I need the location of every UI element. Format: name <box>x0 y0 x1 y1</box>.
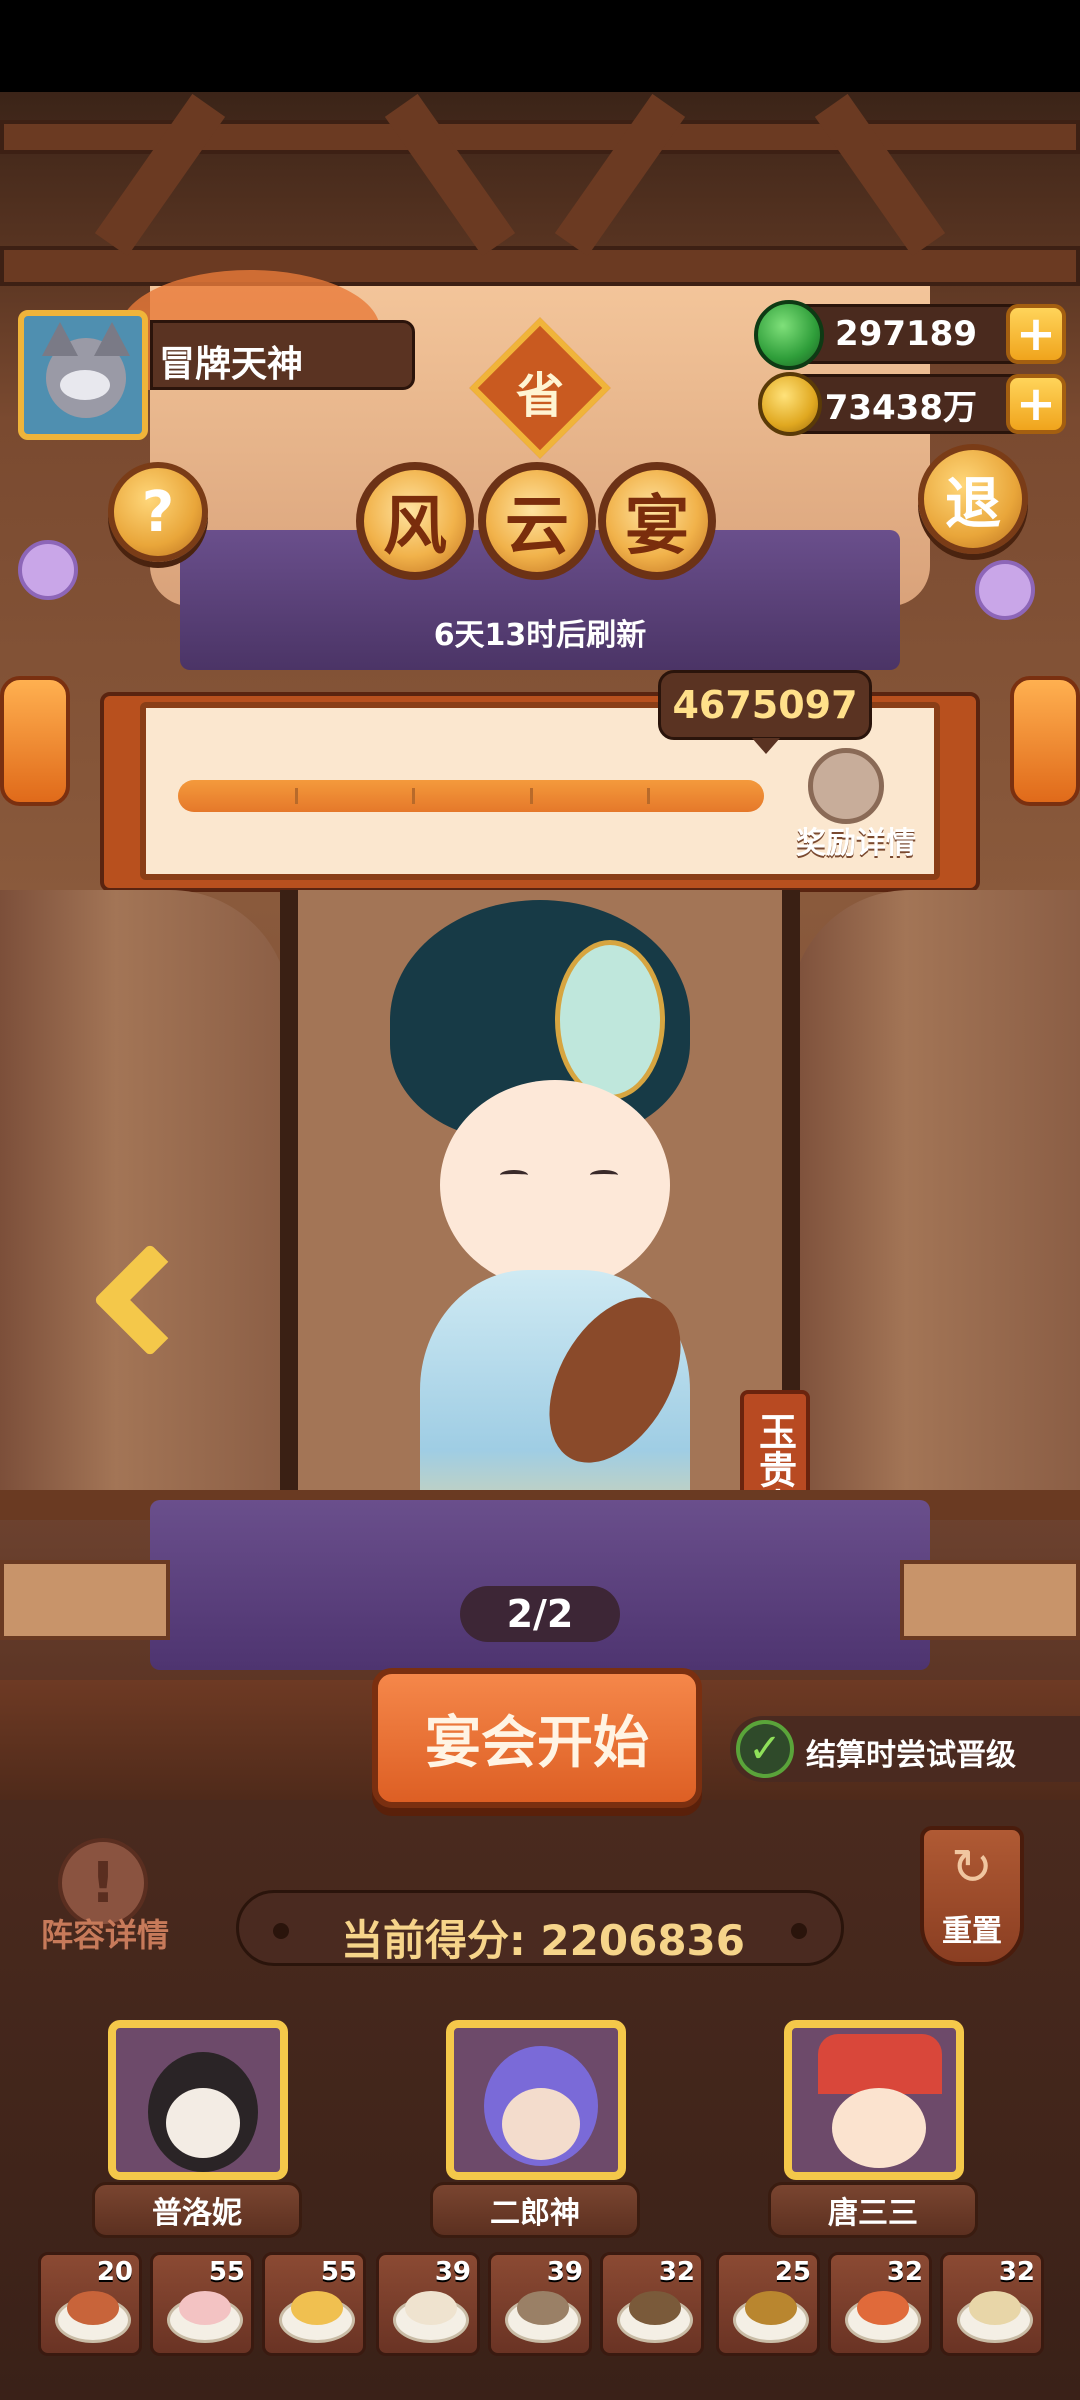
truss <box>94 93 226 257</box>
progress-tick <box>412 788 416 804</box>
player-name-plate: 冒牌天神 <box>150 320 415 390</box>
player-name: 冒牌天神 <box>159 344 304 385</box>
current-score-label: 当前得分: <box>341 1916 526 1965</box>
dish-count: 39 <box>546 2257 583 2287</box>
jade-value: 297189 <box>835 314 977 354</box>
progress-tick <box>295 788 299 804</box>
start-banquet-button[interactable]: 宴会开始 <box>372 1668 702 1808</box>
progress-tick <box>646 788 650 804</box>
dish-food <box>179 2291 231 2325</box>
reset-button[interactable]: ↻ 重置 <box>920 1826 1024 1966</box>
team-member-name: 二郎神 <box>430 2182 640 2238</box>
exit-button[interactable]: 退 <box>918 444 1028 554</box>
lineup-details-button[interactable]: 阵容详情 <box>30 1910 180 1956</box>
title-char-2: 云 <box>478 462 596 580</box>
dish-slot[interactable]: 55 <box>262 2252 366 2356</box>
flower-decoration <box>975 560 1035 620</box>
help-button[interactable]: ? <box>108 462 208 562</box>
dish-food <box>291 2291 343 2325</box>
character-eye <box>500 1170 528 1180</box>
truss <box>554 93 686 257</box>
dish-slot[interactable]: 32 <box>600 2252 704 2356</box>
dish-slot[interactable]: 55 <box>150 2252 254 2356</box>
dish-slot[interactable]: 20 <box>38 2252 142 2356</box>
lantern-right <box>1010 676 1080 806</box>
coin-value: 73438万 <box>824 387 977 428</box>
flower-decoration <box>18 540 78 600</box>
bench-left <box>0 1560 170 1640</box>
curtain-right <box>790 890 1080 1490</box>
dish-slot[interactable]: 39 <box>488 2252 592 2356</box>
current-score-bar: 当前得分: 2206836 <box>236 1890 844 1966</box>
title-char-1: 风 <box>356 462 474 580</box>
game-screen: 冒牌天神 省 297189 + 73438万 + ? 退 风 云 宴 6天13时… <box>0 0 1080 2400</box>
player-avatar[interactable] <box>18 310 148 440</box>
truss <box>384 93 516 257</box>
page-indicator: 2/2 <box>460 1586 620 1642</box>
refresh-timer: 6天13时后刷新 <box>433 618 647 653</box>
score-target: 4675097 <box>658 670 872 740</box>
dish-food <box>857 2291 909 2325</box>
dish-slot[interactable]: 39 <box>376 2252 480 2356</box>
door-post <box>280 890 298 1490</box>
lantern-left <box>0 676 70 806</box>
dish-food <box>745 2291 797 2325</box>
dish-count: 39 <box>434 2257 471 2287</box>
dish-count: 25 <box>774 2257 811 2287</box>
team-member-name: 普洛妮 <box>92 2182 302 2238</box>
progress-track <box>178 780 764 812</box>
reward-details-button[interactable]: 奖励详情 <box>786 818 926 862</box>
coin-icon <box>758 372 822 436</box>
team-member-name: 唐三三 <box>768 2182 978 2238</box>
dish-count: 32 <box>658 2257 695 2287</box>
truss <box>814 93 946 257</box>
title-char-3: 宴 <box>598 462 716 580</box>
refresh-icon: ↻ <box>951 1838 993 1896</box>
checkbox-checked-icon[interactable]: ✓ <box>736 1720 794 1778</box>
reward-chest-icon[interactable] <box>808 748 884 824</box>
current-score-value: 2206836 <box>540 1916 745 1965</box>
team-member-card[interactable] <box>784 2020 964 2180</box>
dish-count: 32 <box>998 2257 1035 2287</box>
dish-slot[interactable]: 32 <box>828 2252 932 2356</box>
score-target-pointer <box>752 738 780 754</box>
dish-count: 55 <box>320 2257 357 2287</box>
stage-carpet <box>150 1500 930 1670</box>
jade-icon <box>754 300 824 370</box>
bench-right <box>900 1560 1080 1640</box>
character-eye <box>590 1170 618 1180</box>
add-coins-button[interactable]: + <box>1006 374 1066 434</box>
dish-slot[interactable]: 32 <box>940 2252 1044 2356</box>
dish-food <box>969 2291 1021 2325</box>
dish-count: 20 <box>96 2257 133 2287</box>
dish-food <box>405 2291 457 2325</box>
curtain-left <box>0 890 290 1490</box>
character-face <box>440 1080 670 1290</box>
auto-upgrade-toggle[interactable]: ✓ 结算时尝试晋级 <box>730 1716 1080 1782</box>
team-member-card[interactable] <box>108 2020 288 2180</box>
dish-food <box>517 2291 569 2325</box>
progress-tick <box>529 788 533 804</box>
team-member-card[interactable] <box>446 2020 626 2180</box>
auto-upgrade-label: 结算时尝试晋级 <box>806 1738 1016 1773</box>
dish-food <box>629 2291 681 2325</box>
dish-count: 55 <box>208 2257 245 2287</box>
reset-label: 重置 <box>942 1914 1002 1949</box>
dish-count: 32 <box>886 2257 923 2287</box>
add-jade-button[interactable]: + <box>1006 304 1066 364</box>
character-headpiece <box>555 940 665 1100</box>
badge-label: 省 <box>515 368 564 424</box>
dish-food <box>67 2291 119 2325</box>
dish-slot[interactable]: 25 <box>716 2252 820 2356</box>
